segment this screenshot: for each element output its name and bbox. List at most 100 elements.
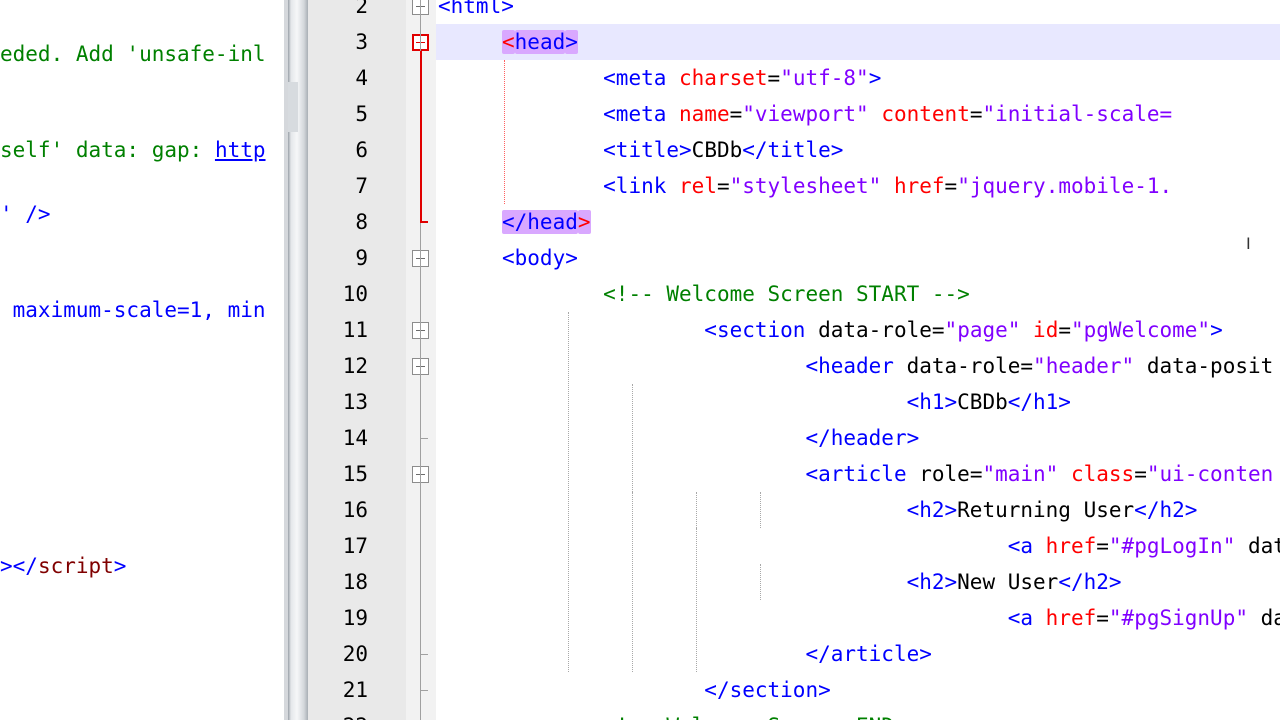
- indent-guide: [760, 492, 761, 528]
- fold-end-marker: [420, 690, 428, 691]
- fold-margin: [406, 0, 436, 720]
- line-number: 3: [355, 30, 368, 54]
- code-token: href: [881, 174, 945, 198]
- indent-guide: [504, 60, 505, 204]
- code-token: content: [868, 102, 970, 126]
- code-token: =: [716, 174, 730, 198]
- line-number: 15: [342, 462, 368, 486]
- code-token: CBDb: [957, 390, 1008, 414]
- code-line: <header data-role="header" data-posit: [502, 348, 1273, 384]
- code-token: "#pgLogIn": [1108, 534, 1236, 558]
- code-token: =: [969, 102, 983, 126]
- code-token: </head: [502, 210, 578, 234]
- code-line: </header>: [502, 420, 919, 456]
- code-token: script: [37, 554, 114, 578]
- code-token: <!-- Welcome Screen START -->: [603, 282, 970, 306]
- code-line: <a href="#pgSignUp" data-role: [502, 600, 1280, 636]
- code-token: data-role: [893, 354, 1021, 378]
- splitter-handle[interactable]: [288, 82, 298, 132]
- code-token: <meta: [603, 66, 667, 90]
- code-token: =: [767, 66, 781, 90]
- code-line: <meta name="viewport" content="initial-s…: [502, 96, 1172, 132]
- code-token: </h1>: [1007, 390, 1071, 414]
- code-token: maximum-scale=1, min: [0, 298, 266, 322]
- right-editor-pane[interactable]: 2 3 4 5 6 7 8 9 10 11 12 13 14 15 16 17 18 19 20 21 22 <html…: [308, 0, 1280, 720]
- code-token: id: [1020, 318, 1059, 342]
- code-token: href: [1033, 606, 1097, 630]
- code-token: =: [1020, 354, 1034, 378]
- fold-end-marker: [420, 438, 428, 439]
- indent-guide: [760, 564, 761, 600]
- line-number: 5: [355, 102, 368, 126]
- left-code-line: eded. Add 'unsafe-inl: [0, 36, 266, 72]
- code-token: class: [1058, 462, 1135, 486]
- code-token: data-role: [805, 318, 932, 342]
- code-token: name: [666, 102, 730, 126]
- indent-guide: [696, 528, 697, 672]
- code-token: </h2>: [1058, 570, 1122, 594]
- code-token: =: [1058, 318, 1071, 342]
- code-token: "stylesheet": [729, 174, 882, 198]
- line-number: 22: [308, 708, 368, 720]
- code-token: <h1>: [906, 390, 958, 414]
- line-number: 9: [355, 246, 368, 270]
- code-line: <body>: [502, 240, 578, 276]
- code-token: "jquery.mobile-1.: [957, 174, 1173, 198]
- indent-guide: [696, 492, 697, 528]
- code-token: =: [931, 318, 945, 342]
- code-token: =: [1134, 462, 1147, 486]
- code-token: ></: [0, 554, 38, 578]
- code-token: <h2>: [906, 498, 958, 522]
- code-token: "viewport": [742, 102, 869, 126]
- code-token: rel: [666, 174, 717, 198]
- line-number: 13: [342, 390, 368, 414]
- code-line: <html>: [438, 0, 514, 24]
- code-token: >: [565, 30, 578, 54]
- code-token: =: [944, 174, 958, 198]
- code-token: <a: [1007, 534, 1034, 558]
- code-token: </article>: [805, 642, 932, 666]
- code-token: >: [577, 210, 591, 234]
- code-line: <article role="main" class="ui-conten: [502, 456, 1273, 492]
- line-number: 4: [355, 66, 368, 90]
- left-code-line: ></script>: [0, 548, 126, 584]
- code-token: <: [502, 30, 515, 54]
- code-token: CBDb: [691, 138, 743, 162]
- code-token: data-posit: [1134, 354, 1274, 378]
- code-line: <!-- Welcome Screen END: [502, 708, 894, 720]
- left-editor-pane[interactable]: eded. Add 'unsafe-inl self' data: gap: ht…: [0, 0, 288, 720]
- code-token: </title>: [742, 138, 844, 162]
- fold-end-marker: [420, 221, 428, 223]
- code-token: "utf-8": [780, 66, 869, 90]
- code-token: =: [969, 462, 983, 486]
- fold-line-active: [420, 51, 422, 222]
- code-token: >: [868, 66, 882, 90]
- code-line: <section data-role="page" id="pgWelcome"…: [502, 312, 1222, 348]
- code-token: ' />: [0, 202, 51, 226]
- code-token: <meta: [603, 102, 667, 126]
- line-number: 19: [342, 606, 368, 630]
- code-line: </head>: [502, 204, 591, 240]
- code-token: <article: [805, 462, 907, 486]
- code-token: "header": [1033, 354, 1135, 378]
- code-area[interactable]: <html> <head> <meta charset="utf-8"> <met…: [436, 0, 1280, 720]
- code-token: Returning User: [957, 498, 1135, 522]
- code-token: "#pgSignUp": [1108, 606, 1248, 630]
- code-token: </header>: [805, 426, 920, 450]
- line-number: 12: [342, 354, 368, 378]
- line-number: 11: [342, 318, 368, 342]
- line-number: 18: [342, 570, 368, 594]
- indent-guide: [632, 492, 633, 672]
- code-line: <h2>Returning User</h2>: [502, 492, 1198, 528]
- code-token: href: [1033, 534, 1097, 558]
